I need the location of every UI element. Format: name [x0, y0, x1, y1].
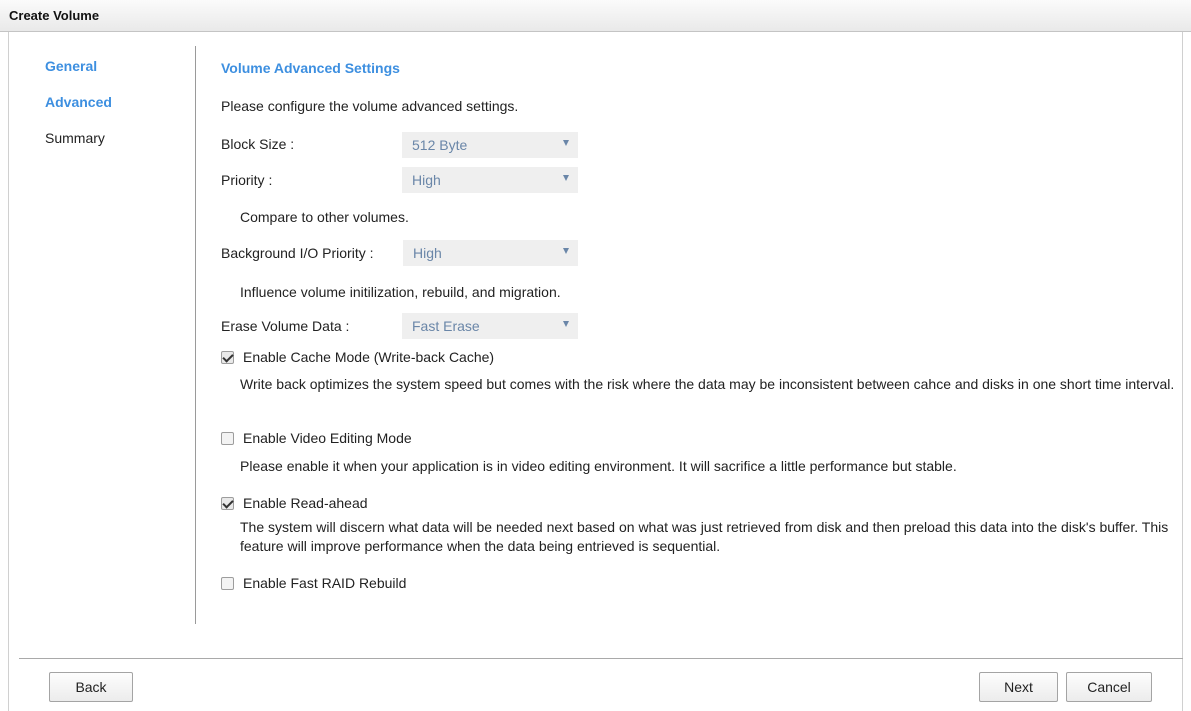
chevron-down-icon [563, 140, 569, 146]
chevron-down-icon [563, 175, 569, 181]
bg-priority-hint: Influence volume initilization, rebuild,… [240, 284, 561, 300]
chevron-down-icon [563, 321, 569, 327]
step-advanced[interactable]: Advanced [45, 94, 112, 110]
dialog-title-bar: Create Volume [0, 0, 1191, 32]
back-button[interactable]: Back [49, 672, 133, 702]
chevron-down-icon [563, 248, 569, 254]
step-summary[interactable]: Summary [45, 130, 105, 146]
dialog-title: Create Volume [9, 8, 100, 23]
section-title: Volume Advanced Settings [221, 60, 400, 76]
step-general[interactable]: General [45, 58, 97, 74]
erase-select[interactable]: Fast Erase [402, 313, 578, 339]
checkmark-icon [222, 497, 234, 509]
block-size-label: Block Size : [221, 136, 295, 152]
cache-mode-description: Write back optimizes the system speed bu… [240, 376, 1175, 392]
checkmark-icon [222, 351, 234, 363]
erase-value: Fast Erase [412, 318, 480, 334]
fast-rebuild-label[interactable]: Enable Fast RAID Rebuild [243, 575, 406, 591]
cache-mode-checkbox[interactable] [221, 351, 234, 364]
block-size-select[interactable]: 512 Byte [402, 132, 578, 158]
section-intro: Please configure the volume advanced set… [221, 98, 519, 114]
priority-select[interactable]: High [402, 167, 578, 193]
bg-priority-value: High [413, 245, 442, 261]
video-editing-checkbox[interactable] [221, 432, 234, 445]
priority-hint: Compare to other volumes. [240, 209, 409, 225]
block-size-value: 512 Byte [412, 137, 468, 153]
video-editing-label[interactable]: Enable Video Editing Mode [243, 430, 412, 446]
steps-divider [195, 46, 196, 624]
priority-label: Priority : [221, 172, 273, 188]
read-ahead-checkbox[interactable] [221, 497, 234, 510]
erase-label: Erase Volume Data : [221, 318, 350, 334]
dialog-body [8, 32, 1183, 711]
fast-rebuild-checkbox[interactable] [221, 577, 234, 590]
cancel-button[interactable]: Cancel [1066, 672, 1152, 702]
bg-priority-label: Background I/O Priority : [221, 245, 374, 261]
cache-mode-label[interactable]: Enable Cache Mode (Write-back Cache) [243, 349, 494, 365]
video-editing-description: Please enable it when your application i… [240, 458, 957, 474]
read-ahead-description: The system will discern what data will b… [240, 519, 1169, 554]
read-ahead-label[interactable]: Enable Read-ahead [243, 495, 368, 511]
bg-priority-select[interactable]: High [403, 240, 578, 266]
footer-divider [19, 658, 1183, 659]
next-button[interactable]: Next [979, 672, 1058, 702]
priority-value: High [412, 172, 441, 188]
